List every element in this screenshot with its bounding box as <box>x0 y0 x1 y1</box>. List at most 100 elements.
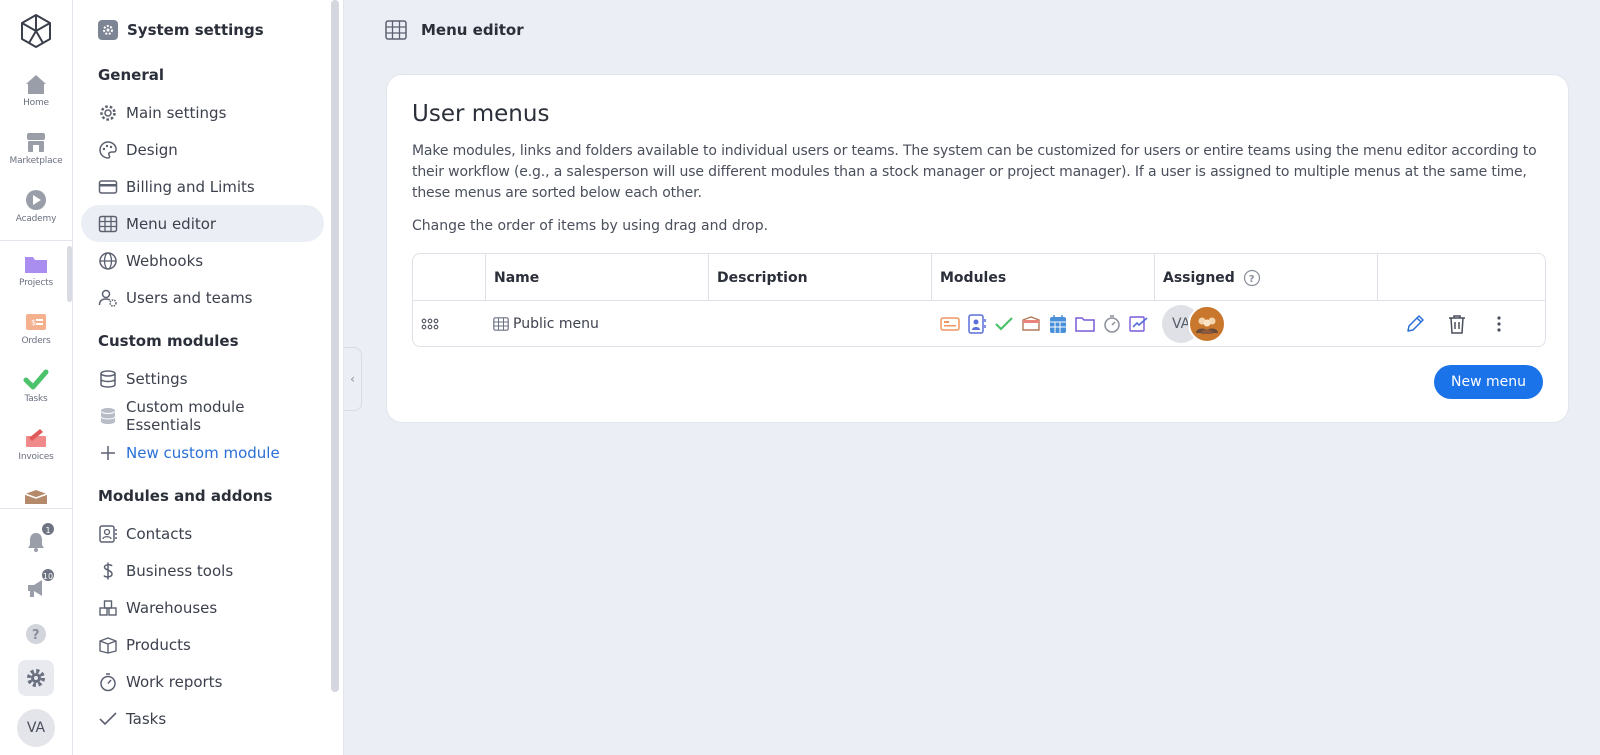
rail-label: Tasks <box>24 394 48 404</box>
column-description[interactable]: Description <box>708 254 931 301</box>
help-circle-icon[interactable]: ? <box>1243 269 1261 287</box>
gear-icon <box>27 669 45 687</box>
nav-label: Custom module Essentials <box>126 397 245 434</box>
column-name[interactable]: Name <box>485 254 708 301</box>
svg-text:?: ? <box>1249 274 1255 285</box>
help-icon: ? <box>26 624 46 644</box>
nav-users-teams[interactable]: Users and teams <box>81 279 324 316</box>
drag-handle-icon <box>421 318 439 330</box>
nav-design[interactable]: Design <box>81 131 324 168</box>
rail-label: Home <box>23 98 49 108</box>
nav-contacts[interactable]: Contacts <box>81 515 324 552</box>
rail-label: Invoices <box>18 452 54 462</box>
section-modules-addons: Modules and addons <box>98 487 273 505</box>
nav-label: Contacts <box>126 524 193 543</box>
assigned-cell: VA <box>1162 301 1377 346</box>
contacts-icon <box>99 524 117 543</box>
table-row[interactable]: Public menu VA <box>413 301 1545 346</box>
rail-invoices[interactable]: Invoices <box>0 426 72 462</box>
rail-home[interactable]: Home <box>0 72 72 108</box>
rail-orders[interactable]: $ Orders <box>0 310 72 346</box>
delete-button[interactable] <box>1443 310 1471 338</box>
trash-icon <box>1449 315 1465 334</box>
check-icon <box>99 711 117 725</box>
sidebar-scrollbar[interactable] <box>331 0 339 692</box>
folder-icon <box>25 257 47 273</box>
team-avatar-icon[interactable] <box>1188 305 1226 343</box>
collapse-sidebar-button[interactable]: ‹ <box>344 347 362 411</box>
database-filled-icon <box>100 407 116 424</box>
nav-webhooks[interactable]: Webhooks <box>81 242 324 279</box>
notifications-button[interactable]: 1 <box>18 521 56 560</box>
drag-drop-hint: Change the order of items by using drag … <box>412 218 769 234</box>
help-button[interactable]: ? <box>18 616 54 652</box>
more-options-button[interactable] <box>1485 310 1513 338</box>
database-icon <box>100 369 116 388</box>
pencil-icon <box>1407 315 1424 332</box>
globe-icon <box>99 251 117 270</box>
play-icon <box>26 190 46 210</box>
app-logo-icon[interactable] <box>19 13 53 49</box>
nav-label: Main settings <box>126 103 227 122</box>
nav-billing[interactable]: Billing and Limits <box>81 168 324 205</box>
gear-icon <box>100 104 116 121</box>
nav-products[interactable]: Products <box>81 626 324 663</box>
menus-table: Name Description Modules Assigned ? Publ… <box>412 253 1546 347</box>
svg-text:$: $ <box>31 318 36 327</box>
announcement-badge: 10 <box>40 567 56 583</box>
row-actions <box>1401 301 1541 346</box>
rail-projects[interactable]: Projects <box>0 252 72 288</box>
nav-label: Work reports <box>126 672 223 691</box>
plus-icon <box>101 445 115 460</box>
announcements-button[interactable]: 10 <box>18 567 56 606</box>
nav-work-reports[interactable]: Work reports <box>81 663 324 700</box>
notification-badge: 1 <box>40 521 56 537</box>
rail-label: Orders <box>21 336 51 346</box>
home-icon <box>26 75 46 94</box>
rail-divider <box>0 508 72 509</box>
nav-label: Menu editor <box>126 214 217 233</box>
nav-business-tools[interactable]: Business tools <box>81 552 324 589</box>
section-general: General <box>98 66 164 84</box>
table-header: Name Description Modules Assigned ? <box>413 254 1545 301</box>
rail-tasks[interactable]: Tasks <box>0 368 72 404</box>
column-assigned[interactable]: Assigned ? <box>1154 254 1377 301</box>
stopwatch-icon <box>100 672 116 691</box>
grid-icon <box>98 215 118 232</box>
drag-handle[interactable] <box>421 301 451 346</box>
menu-name: Public menu <box>513 316 599 332</box>
nav-main-settings[interactable]: Main settings <box>81 94 324 131</box>
settings-button[interactable] <box>18 660 54 696</box>
page-title: Menu editor <box>421 21 524 39</box>
box-icon[interactable] <box>23 490 49 504</box>
store-icon <box>27 133 45 152</box>
user-avatar[interactable]: VA <box>17 709 55 747</box>
nav-custom-settings[interactable]: Settings <box>81 360 324 397</box>
nav-menu-editor[interactable]: Menu editor <box>81 205 324 242</box>
grid-icon <box>385 20 407 40</box>
new-menu-button[interactable]: New menu <box>1434 365 1543 399</box>
menu-name-cell[interactable]: Public menu <box>493 301 708 346</box>
nav-custom-module-essentials[interactable]: Custom module Essentials <box>81 397 324 434</box>
nav-tasks[interactable]: Tasks <box>81 700 324 737</box>
settings-sidebar: System settings General Main settings De… <box>73 0 344 755</box>
app-rail: Home Marketplace Academy Projects $ Orde… <box>0 0 73 755</box>
edit-button[interactable] <box>1401 310 1429 338</box>
rail-academy[interactable]: Academy <box>0 188 72 224</box>
nav-label: Billing and Limits <box>126 177 255 196</box>
signature-icon <box>1128 314 1149 335</box>
column-modules[interactable]: Modules <box>931 254 1154 301</box>
nav-label: Settings <box>126 369 188 388</box>
rail-marketplace[interactable]: Marketplace <box>0 130 72 166</box>
svg-text:?: ? <box>32 628 40 643</box>
chevron-left-icon: ‹ <box>350 372 355 386</box>
rail-label: Academy <box>15 214 57 224</box>
credit-card-icon <box>98 179 118 194</box>
nav-warehouses[interactable]: Warehouses <box>81 589 324 626</box>
column-assigned-label: Assigned <box>1163 269 1235 286</box>
dollar-icon <box>103 562 113 579</box>
nav-new-custom-module[interactable]: New custom module <box>81 434 324 471</box>
menu-description-cell <box>716 301 931 346</box>
nav-label: Users and teams <box>126 288 253 307</box>
section-custom-modules: Custom modules <box>98 332 239 350</box>
